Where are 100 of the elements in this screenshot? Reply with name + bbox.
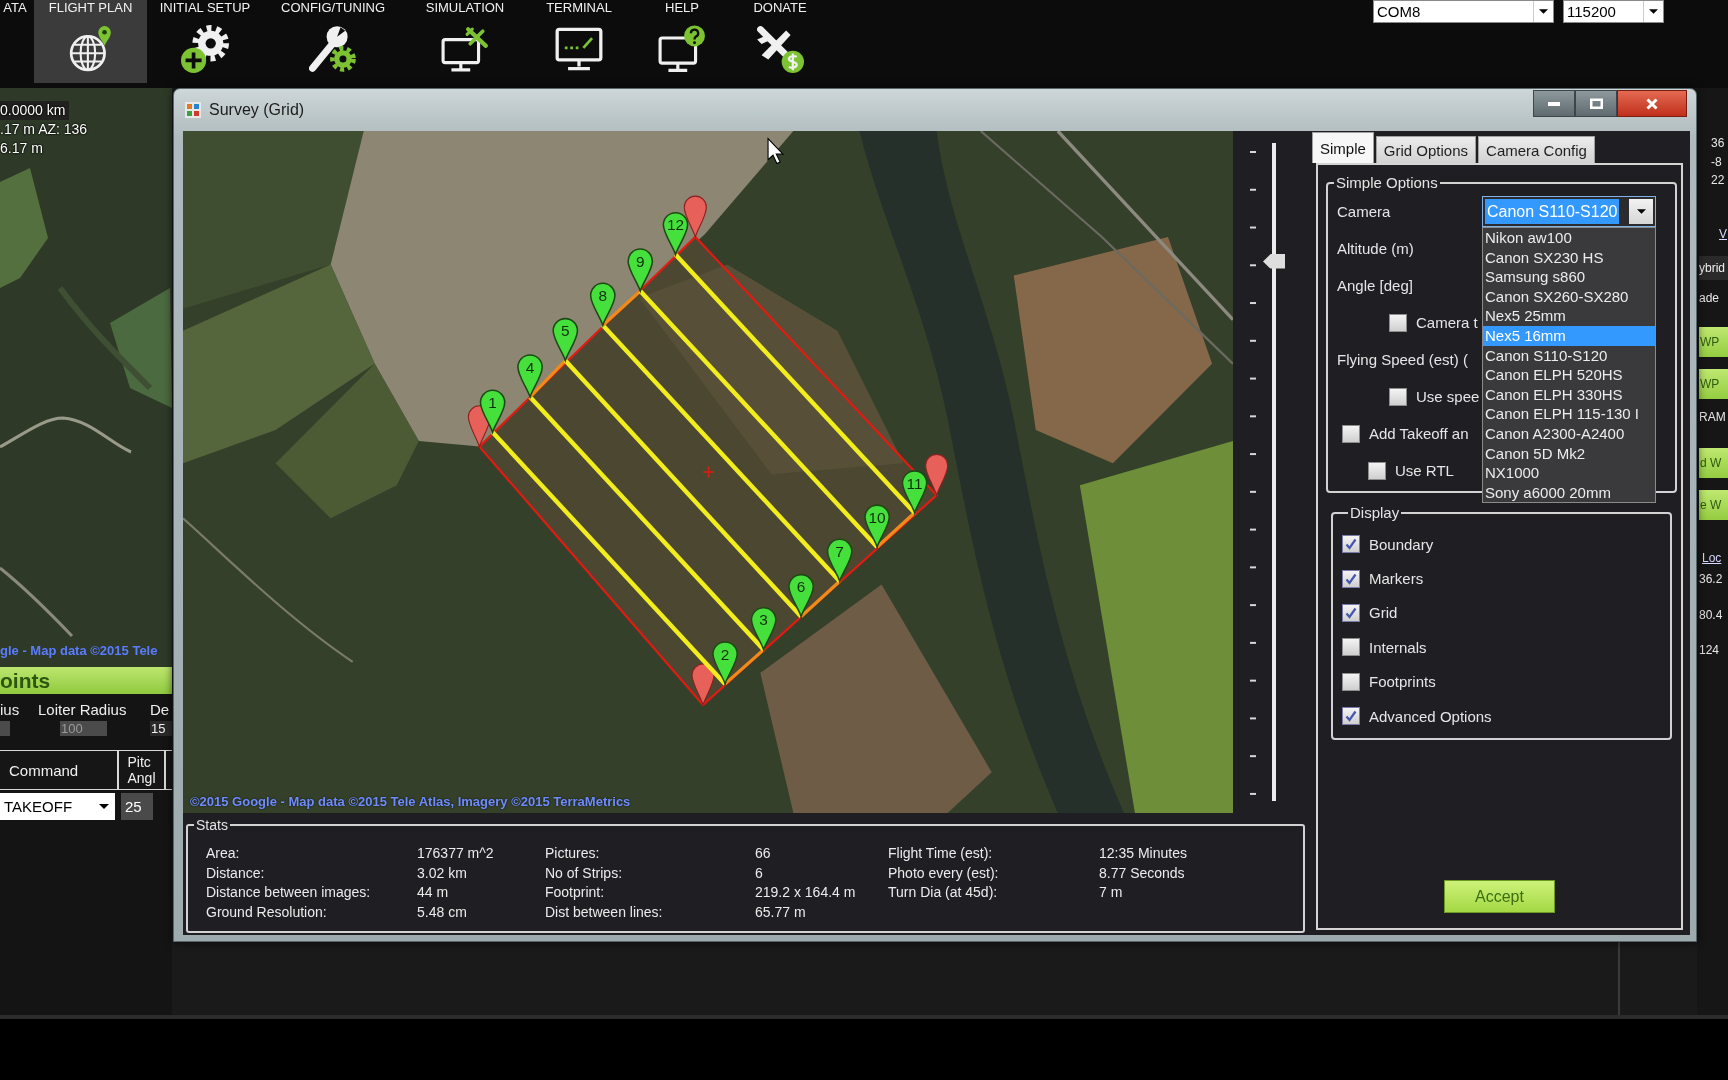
- tab[interactable]: Grid Options: [1375, 136, 1477, 163]
- dropdown-option[interactable]: Sony a6000 20mm: [1483, 482, 1655, 503]
- slider-thumb[interactable]: [1263, 253, 1285, 269]
- stat-value: 6: [755, 864, 763, 882]
- panel-text: 124: [1699, 642, 1720, 659]
- checkbox-label: Markers: [1369, 570, 1424, 588]
- dropdown-option[interactable]: Canon S110-S120: [1483, 345, 1655, 366]
- group-title: Stats: [195, 817, 229, 833]
- toolbar-button[interactable]: FLIGHT PLAN: [34, 0, 147, 83]
- command-dropdown[interactable]: TAKEOFF: [0, 793, 115, 820]
- toolbar-button[interactable]: TERMINAL: [527, 0, 631, 83]
- stat-value: 66: [755, 845, 771, 863]
- field-label: Angle [deg]: [1337, 277, 1414, 294]
- checkbox-label: Internals: [1369, 638, 1427, 656]
- link[interactable]: Loc: [1702, 549, 1722, 567]
- map-attribution: ©2015 Google - Map data ©2015 Tele Atlas, Imagery ©2015 TerraMetrics: [190, 794, 631, 809]
- toolbar-button[interactable]: DONATE: [733, 0, 827, 83]
- minimize-button[interactable]: [1533, 90, 1575, 117]
- dropdown-option[interactable]: Canon 5D Mk2: [1483, 443, 1655, 464]
- group-title: Simple Options: [1335, 175, 1439, 191]
- action-button[interactable]: e W: [1699, 490, 1728, 520]
- field-label: Camera: [1337, 203, 1392, 220]
- checkbox[interactable]: [1368, 461, 1386, 480]
- checkbox[interactable]: [1342, 672, 1360, 691]
- waypoint-marker[interactable]: 3: [750, 607, 777, 651]
- action-button[interactable]: WP: [1699, 369, 1728, 399]
- close-button[interactable]: [1617, 90, 1687, 117]
- dropdown-option[interactable]: Canon ELPH 520HS: [1483, 365, 1655, 385]
- cursor-icon: [767, 137, 785, 165]
- tick-icon: [1345, 606, 1357, 619]
- stat-value: 3.02 km: [417, 864, 467, 882]
- dropdown-option[interactable]: Nex5 25mm: [1483, 306, 1655, 326]
- toolbar-button[interactable]: ATA: [0, 0, 30, 83]
- waypoint-marker[interactable]: 10: [864, 504, 890, 548]
- port-dropdown[interactable]: COM8: [1373, 0, 1554, 23]
- waypoint-marker[interactable]: 4: [517, 354, 543, 398]
- baud-dropdown[interactable]: 115200: [1563, 0, 1664, 23]
- panel-title: oints: [0, 667, 172, 694]
- app-icon: [185, 102, 201, 118]
- stat-label: Footprint:: [545, 884, 605, 902]
- checkbox[interactable]: [1342, 638, 1360, 657]
- waypoint-marker[interactable]: 12: [662, 211, 689, 256]
- toolbar-button[interactable]: SIMULATION: [403, 0, 527, 83]
- link[interactable]: V: [1719, 225, 1727, 243]
- pin-icon: [925, 453, 949, 496]
- stat-label: Ground Resolution:: [206, 904, 327, 922]
- action-button[interactable]: WP: [1699, 327, 1728, 357]
- stat-label: Distance:: [206, 864, 265, 882]
- waypoint-marker[interactable]: 11: [901, 470, 928, 514]
- dropdown-field[interactable]: ybrid: [1699, 256, 1728, 280]
- distance-readout: .17 m AZ: 136: [0, 120, 88, 139]
- panel-text: 22: [1711, 172, 1725, 189]
- dropdown-option[interactable]: Canon SX260-SX280: [1483, 286, 1655, 307]
- dropdown-option[interactable]: Samsung s860: [1483, 267, 1655, 287]
- monitor-question-icon: [658, 25, 706, 73]
- group-title: Display: [1349, 505, 1401, 521]
- accept-button[interactable]: Accept: [1444, 880, 1555, 913]
- minimize-icon: [1548, 101, 1560, 106]
- dropdown-option[interactable]: NX1000: [1483, 463, 1655, 483]
- toolbar-button[interactable]: INITIAL SETUP: [147, 0, 263, 83]
- table-cell: 25: [121, 793, 153, 820]
- waypoint-marker[interactable]: 8: [589, 282, 616, 326]
- waypoint-marker[interactable]: 7: [826, 538, 853, 582]
- stat-label: Turn Dia (at 45d):: [888, 884, 998, 902]
- checkbox[interactable]: [1389, 313, 1407, 332]
- dropdown-option[interactable]: Nikon aw100: [1483, 228, 1655, 248]
- stat-value: 8.77 Seconds: [1099, 864, 1185, 882]
- toolbar-button[interactable]: HELP: [631, 0, 733, 83]
- waypoint-marker[interactable]: 5: [552, 317, 579, 362]
- toolbar-button[interactable]: CONFIG/TUNING: [263, 0, 403, 83]
- checkbox-label: Advanced Options: [1369, 707, 1492, 725]
- checkbox-label: Use spee: [1416, 388, 1480, 405]
- caret-icon: [1539, 9, 1548, 14]
- tab[interactable]: Camera Config: [1478, 136, 1595, 163]
- checkbox[interactable]: [1342, 535, 1360, 554]
- maximize-button[interactable]: [1575, 90, 1617, 117]
- tab[interactable]: Simple: [1312, 132, 1374, 163]
- monitor-plane-icon: [441, 25, 489, 73]
- checkbox[interactable]: [1342, 424, 1360, 443]
- checkbox[interactable]: [1389, 387, 1407, 406]
- waypoint-marker[interactable]: 6: [788, 573, 814, 618]
- checkbox[interactable]: [1342, 569, 1360, 588]
- waypoint-marker[interactable]: 9: [627, 248, 654, 292]
- stat-label: Area:: [206, 845, 240, 863]
- stat-value: 44 m: [417, 884, 449, 902]
- input-field[interactable]: 15: [150, 721, 172, 736]
- waypoint-marker[interactable]: 1: [479, 389, 506, 434]
- dropdown-option[interactable]: Canon A2300-A2400: [1483, 423, 1655, 444]
- field-label: Flying Speed (est) (: [1337, 351, 1469, 368]
- field-label: De: [150, 701, 170, 719]
- stat-value: 7 m: [1099, 884, 1123, 902]
- checkbox[interactable]: [1342, 707, 1360, 726]
- waypoint-marker[interactable]: 2: [712, 641, 738, 685]
- checkbox[interactable]: [1342, 603, 1360, 622]
- dropdown-option[interactable]: Canon ELPH 115-130 I: [1483, 404, 1655, 424]
- action-button[interactable]: d W: [1699, 448, 1728, 478]
- stat-label: Pictures:: [545, 845, 600, 863]
- turn-line: [799, 580, 841, 618]
- dropdown-option[interactable]: Canon SX230 HS: [1483, 247, 1655, 268]
- dropdown-option[interactable]: Canon ELPH 330HS: [1483, 384, 1655, 405]
